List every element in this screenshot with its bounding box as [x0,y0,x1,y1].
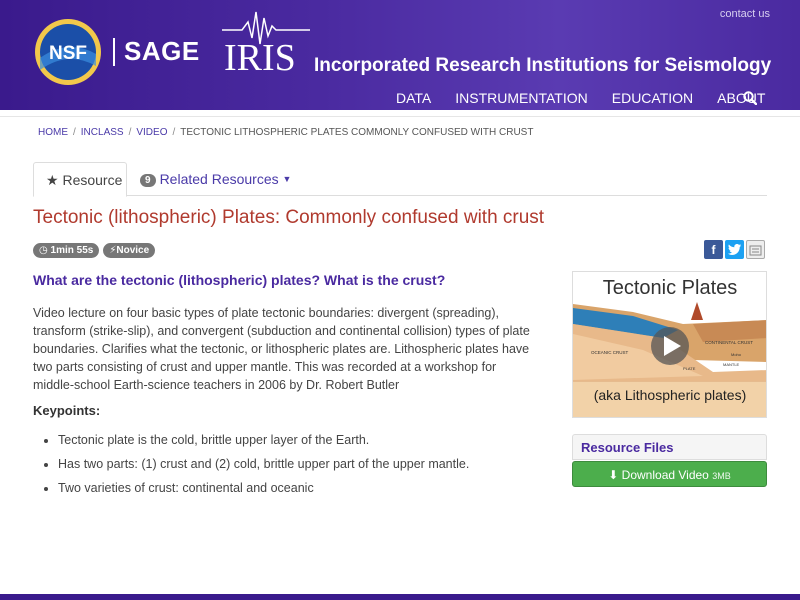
keypoints-heading: Keypoints: [33,403,101,418]
share-icon[interactable] [746,240,765,259]
level-badge: ⚡Novice [103,243,156,258]
level-text: Novice [116,245,150,256]
tab-related-resources[interactable]: 9 Related Resources ▼ [140,171,291,187]
thumbnail-subtitle: (aka Lithospheric plates) [594,387,747,403]
tab-related-label: Related Resources [159,171,279,187]
breadcrumb: HOME / INCLASS / VIDEO / TECTONIC LITHOSPHERIC… [38,127,534,138]
search-icon[interactable] [743,91,757,105]
nsf-logo-text: NSF [49,43,87,64]
iris-logo-text: IRIS [224,37,296,74]
resource-tabs: ★ Resource 9 Related Resources ▼ [33,162,767,197]
nav-education[interactable]: EDUCATION [612,90,693,106]
download-size: 3MB [712,471,731,481]
keypoint-item: Two varieties of crust: continental and … [58,480,538,497]
nav-instrumentation[interactable]: INSTRUMENTATION [455,90,587,106]
duration-text: 1min 55s [50,245,94,256]
main-nav: DATA INSTRUMENTATION EDUCATION ABOUT [396,90,789,106]
nav-data[interactable]: DATA [396,90,431,106]
breadcrumb-home[interactable]: HOME [38,127,68,138]
star-icon: ★ [46,172,59,188]
play-icon[interactable] [651,327,689,365]
nav-about[interactable]: ABOUT [717,90,765,106]
thumbnail-label: MANTLE [723,362,740,367]
contact-us-link[interactable]: contact us [720,8,770,20]
thumbnail-label: OCEANIC CRUST [591,350,629,355]
breadcrumb-inclass[interactable]: INCLASS [81,127,124,138]
video-thumbnail[interactable]: Tectonic Plates OCEANIC CRUST CONTINENTA… [572,271,767,418]
related-count-badge: 9 [140,174,156,187]
clock-icon: ◷ [39,245,48,256]
caret-down-icon: ▼ [282,174,292,184]
meta-badges: ◷ 1min 55s ⚡Novice [33,243,156,258]
iris-logo[interactable]: IRIS [222,8,310,74]
breadcrumb-video[interactable]: VIDEO [136,127,167,138]
logo-divider [113,38,115,66]
tab-resource[interactable]: ★ Resource [33,162,127,197]
tab-resource-label: Resource [62,172,123,188]
sage-logo[interactable]: SAGE [124,36,200,67]
download-label: Download Video [621,468,709,482]
resource-question: What are the tectonic (lithospheric) pla… [33,272,446,288]
download-video-button[interactable]: ⬇ Download Video 3MB [572,461,767,487]
site-title: Incorporated Research Institutions for S… [314,55,772,76]
footer-bar [0,594,800,600]
page-title: Tectonic (lithospheric) Plates: Commonly… [33,207,545,228]
nsf-logo[interactable]: NSF [34,18,102,86]
thumbnail-label: CONTINENTAL CRUST [705,340,753,345]
site-header: NSF SAGE IRIS Incorporated Research Inst… [0,0,800,110]
thumbnail-label: PLATE [683,366,696,371]
thumbnail-label: Moho [731,352,742,357]
resource-description: Video lecture on four basic types of pla… [33,306,530,392]
share-icons: f [704,240,765,259]
twitter-icon[interactable] [725,240,744,259]
keypoint-item: Has two parts: (1) crust and (2) cold, b… [58,456,538,473]
download-icon: ⬇ [608,468,619,482]
breadcrumb-current: TECTONIC LITHOSPHERIC PLATES COMMONLY CO… [180,127,534,138]
thumbnail-title: Tectonic Plates [603,277,738,299]
facebook-icon[interactable]: f [704,240,723,259]
divider [0,116,800,117]
keypoint-item: Tectonic plate is the cold, brittle uppe… [58,432,538,449]
duration-badge: ◷ 1min 55s [33,243,100,258]
resource-files-heading: Resource Files [572,434,767,460]
keypoints-list: Tectonic plate is the cold, brittle uppe… [58,432,538,504]
